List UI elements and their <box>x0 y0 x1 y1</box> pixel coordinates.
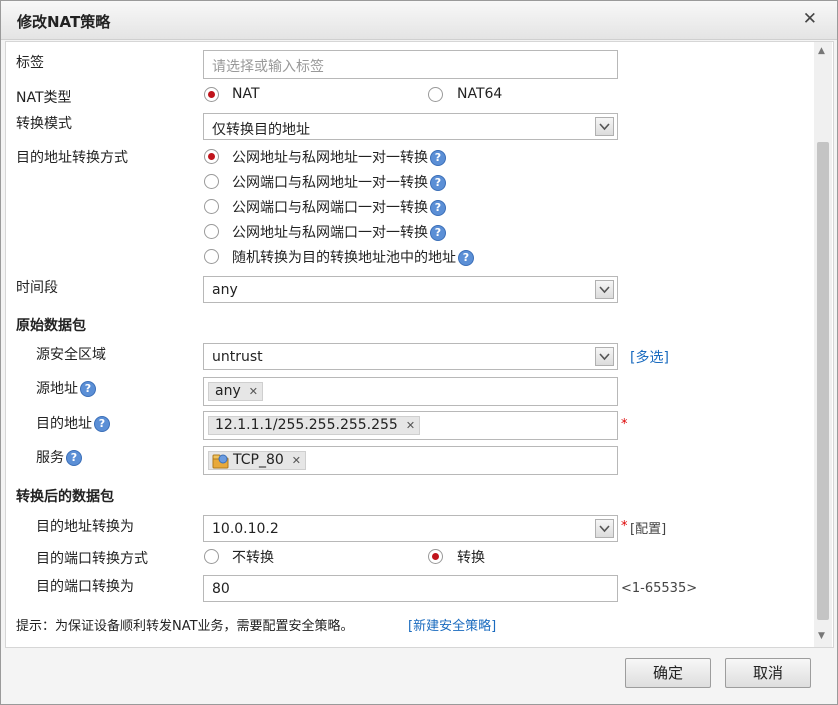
service-input[interactable]: TCP_80 ✕ <box>203 446 618 475</box>
dst-method-radio-5[interactable] <box>204 249 219 264</box>
multi-select-link[interactable]: [多选] <box>630 347 669 367</box>
translated-dst-label: 目的地址转换为 <box>36 519 134 535</box>
nat-policy-dialog: 修改NAT策略 ✕ 标签 请选择或输入标签 NAT类型 NAT NAT64 转换… <box>0 0 838 705</box>
chevron-down-icon[interactable] <box>595 347 614 366</box>
help-icon[interactable]: ? <box>430 200 446 216</box>
port-method-radio-convert[interactable] <box>428 549 443 564</box>
port-label: 目的端口转换为 <box>36 579 134 595</box>
chevron-down-icon[interactable] <box>595 117 614 136</box>
help-icon[interactable]: ? <box>458 250 474 266</box>
scroll-down-icon[interactable]: ▼ <box>818 631 825 641</box>
tip-text: 提示：为保证设备顺利转发NAT业务，需要配置安全策略。 <box>16 619 354 634</box>
dst-addr-tag: 12.1.1.1/255.255.255.255 ✕ <box>208 416 421 435</box>
dialog-titlebar: 修改NAT策略 ✕ <box>1 1 837 40</box>
service-object-icon <box>212 454 229 469</box>
ok-button[interactable]: 确定 <box>625 658 711 688</box>
src-addr-tag: any ✕ <box>208 382 263 401</box>
mode-label: 转换模式 <box>16 116 72 132</box>
time-select[interactable]: any <box>203 276 618 303</box>
help-icon[interactable]: ? <box>94 416 110 432</box>
dst-addr-input[interactable]: 12.1.1.1/255.255.255.255 ✕ <box>203 411 618 440</box>
remove-tag-icon[interactable]: ✕ <box>292 454 301 467</box>
close-icon[interactable]: ✕ <box>803 9 817 29</box>
dst-method-radio-2[interactable] <box>204 174 219 189</box>
help-icon[interactable]: ? <box>80 381 96 397</box>
scroll-up-icon[interactable]: ▲ <box>818 46 825 56</box>
translated-dst-select[interactable]: 10.0.10.2 <box>203 515 618 542</box>
help-icon[interactable]: ? <box>66 450 82 466</box>
cancel-button[interactable]: 取消 <box>725 658 811 688</box>
dst-addr-label: 目的地址? <box>36 413 110 433</box>
help-icon[interactable]: ? <box>430 225 446 241</box>
translated-section-title: 转换后的数据包 <box>16 489 114 505</box>
translated-dst-value: 10.0.10.2 <box>212 521 279 537</box>
new-policy-link[interactable]: [新建安全策略] <box>408 615 496 634</box>
nat-type-label: NAT类型 <box>16 90 72 106</box>
port-input[interactable]: 80 <box>203 575 618 602</box>
dst-method-option: 公网地址与私网地址一对一转换? <box>232 147 446 167</box>
service-label: 服务? <box>36 447 82 467</box>
port-range-hint: <1-65535> <box>621 581 698 596</box>
dst-method-radio-3[interactable] <box>204 199 219 214</box>
chevron-down-icon[interactable] <box>595 280 614 299</box>
scrollbar-thumb[interactable] <box>817 142 829 620</box>
mode-select[interactable]: 仅转换目的地址 <box>203 113 618 140</box>
dst-method-option: 公网地址与私网端口一对一转换? <box>232 222 446 242</box>
required-marker: * <box>621 519 628 534</box>
required-marker: * <box>621 417 628 432</box>
dst-method-label: 目的地址转换方式 <box>16 150 128 166</box>
mode-value: 仅转换目的地址 <box>212 122 310 138</box>
nat-type-option-nat64: NAT64 <box>457 86 503 102</box>
nat-type-radio-nat[interactable] <box>204 87 219 102</box>
dst-method-radio-4[interactable] <box>204 224 219 239</box>
scrollbar[interactable]: ▲ ▼ <box>814 42 832 647</box>
port-method-option-convert: 转换 <box>457 550 485 566</box>
src-zone-label: 源安全区域 <box>36 347 106 363</box>
nat-type-radio-nat64[interactable] <box>428 87 443 102</box>
chevron-down-icon[interactable] <box>595 519 614 538</box>
remove-tag-icon[interactable]: ✕ <box>249 385 258 398</box>
port-method-label: 目的端口转换方式 <box>36 551 148 567</box>
help-icon[interactable]: ? <box>430 175 446 191</box>
port-value: 80 <box>212 581 230 597</box>
tag-label: 标签 <box>16 55 44 71</box>
src-addr-input[interactable]: any ✕ <box>203 377 618 406</box>
tag-placeholder: 请选择或输入标签 <box>212 59 324 75</box>
dialog-title: 修改NAT策略 <box>17 13 111 31</box>
dst-method-option: 公网端口与私网端口一对一转换? <box>232 197 446 217</box>
tag-input[interactable]: 请选择或输入标签 <box>203 50 618 79</box>
src-zone-select[interactable]: untrust <box>203 343 618 370</box>
original-section-title: 原始数据包 <box>16 318 86 334</box>
dialog-content: 标签 请选择或输入标签 NAT类型 NAT NAT64 转换模式 仅转换目的地址… <box>5 41 834 648</box>
port-method-radio-none[interactable] <box>204 549 219 564</box>
dst-method-option: 随机转换为目的转换地址池中的地址? <box>232 247 474 267</box>
dst-method-radio-1[interactable] <box>204 149 219 164</box>
config-link[interactable]: [配置] <box>630 518 666 537</box>
src-zone-value: untrust <box>212 349 263 365</box>
help-icon[interactable]: ? <box>430 150 446 166</box>
time-value: any <box>212 282 238 298</box>
remove-tag-icon[interactable]: ✕ <box>406 419 415 432</box>
nat-type-option-nat: NAT <box>232 86 260 102</box>
time-label: 时间段 <box>16 280 58 296</box>
dst-method-option: 公网端口与私网地址一对一转换? <box>232 172 446 192</box>
src-addr-label: 源地址? <box>36 378 96 398</box>
port-method-option-none: 不转换 <box>232 550 274 566</box>
service-tag: TCP_80 ✕ <box>208 451 306 470</box>
